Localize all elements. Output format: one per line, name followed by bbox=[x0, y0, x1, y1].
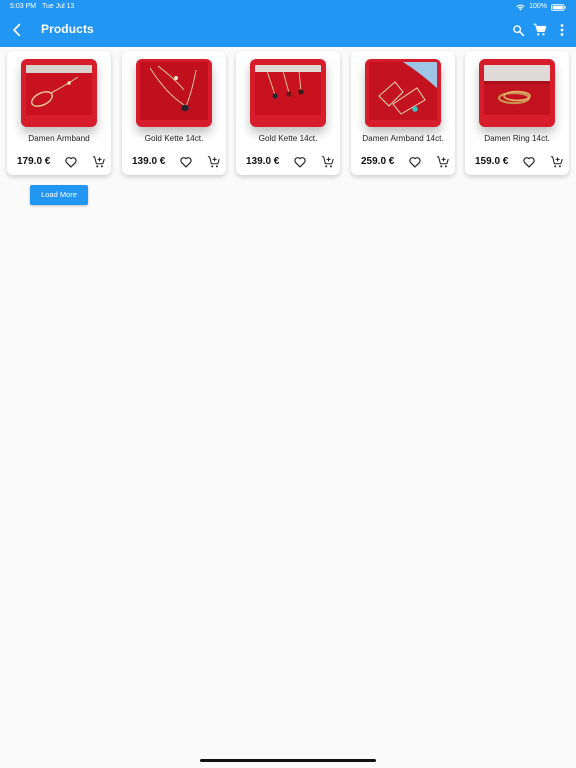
price-row: 139.0 € bbox=[236, 154, 340, 170]
product-image-frame bbox=[250, 59, 326, 127]
search-icon[interactable] bbox=[510, 22, 526, 38]
product-image-frame bbox=[136, 59, 212, 127]
product-image bbox=[369, 62, 437, 120]
product-name: Gold Kette 14ct. bbox=[144, 134, 204, 143]
load-more-button[interactable]: Load More bbox=[30, 185, 88, 205]
back-icon[interactable] bbox=[8, 21, 26, 39]
product-name: Damen Ring 14ct. bbox=[484, 134, 550, 143]
product-image bbox=[140, 62, 208, 120]
heart-icon[interactable] bbox=[64, 155, 78, 169]
product-price: 259.0 € bbox=[361, 156, 395, 167]
price-row: 139.0 € bbox=[122, 154, 226, 170]
product-image-frame bbox=[479, 59, 555, 127]
status-date: Tue Jul 13 bbox=[42, 3, 75, 10]
more-vert-icon[interactable] bbox=[554, 22, 570, 38]
page-title: Products bbox=[41, 22, 94, 36]
product-image-frame bbox=[21, 59, 97, 127]
heart-icon[interactable] bbox=[522, 155, 536, 169]
top-bar: 5:03 PM Tue Jul 13 100% Products bbox=[0, 0, 576, 47]
product-list: Damen Armband 179.0 € Gold Kette 14ct. 1… bbox=[0, 47, 576, 187]
product-image-frame bbox=[365, 59, 441, 127]
product-name: Gold Kette 14ct. bbox=[258, 134, 318, 143]
product-price: 139.0 € bbox=[246, 156, 280, 167]
add-to-cart-icon[interactable] bbox=[436, 155, 450, 169]
battery-percentage: 100% bbox=[529, 3, 547, 10]
add-to-cart-icon[interactable] bbox=[550, 155, 564, 169]
price-row: 179.0 € bbox=[7, 154, 111, 170]
price-row: 259.0 € bbox=[351, 154, 455, 170]
product-card[interactable]: Gold Kette 14ct. 139.0 € bbox=[236, 51, 340, 175]
product-name: Damen Armband 14ct. bbox=[362, 134, 444, 143]
product-price: 139.0 € bbox=[132, 156, 166, 167]
app-screen: 5:03 PM Tue Jul 13 100% Products Damen A… bbox=[0, 0, 576, 768]
product-price: 179.0 € bbox=[17, 156, 51, 167]
product-image bbox=[26, 65, 92, 115]
product-card[interactable]: Damen Armband 14ct. 259.0 € bbox=[351, 51, 455, 175]
product-image bbox=[255, 65, 321, 115]
status-time: 5:03 PM bbox=[10, 3, 37, 10]
heart-icon[interactable] bbox=[408, 155, 422, 169]
wifi-icon bbox=[516, 4, 525, 11]
add-to-cart-icon[interactable] bbox=[92, 155, 106, 169]
product-card[interactable]: Damen Armband 179.0 € bbox=[7, 51, 111, 175]
app-bar: Products bbox=[0, 14, 576, 47]
home-indicator[interactable] bbox=[200, 759, 376, 762]
product-image bbox=[484, 65, 550, 115]
product-card[interactable]: Gold Kette 14ct. 139.0 € bbox=[122, 51, 226, 175]
add-to-cart-icon[interactable] bbox=[207, 155, 221, 169]
status-indicators: 100% bbox=[516, 0, 566, 14]
product-name: Damen Armband bbox=[28, 134, 90, 143]
cart-icon[interactable] bbox=[532, 22, 548, 38]
heart-icon[interactable] bbox=[293, 155, 307, 169]
battery-icon bbox=[551, 3, 566, 11]
status-bar: 5:03 PM Tue Jul 13 100% bbox=[0, 0, 576, 14]
app-bar-actions bbox=[510, 20, 570, 40]
add-to-cart-icon[interactable] bbox=[321, 155, 335, 169]
price-row: 159.0 € bbox=[465, 154, 569, 170]
heart-icon[interactable] bbox=[179, 155, 193, 169]
product-card[interactable]: Damen Ring 14ct. 159.0 € bbox=[465, 51, 569, 175]
product-price: 159.0 € bbox=[475, 156, 509, 167]
